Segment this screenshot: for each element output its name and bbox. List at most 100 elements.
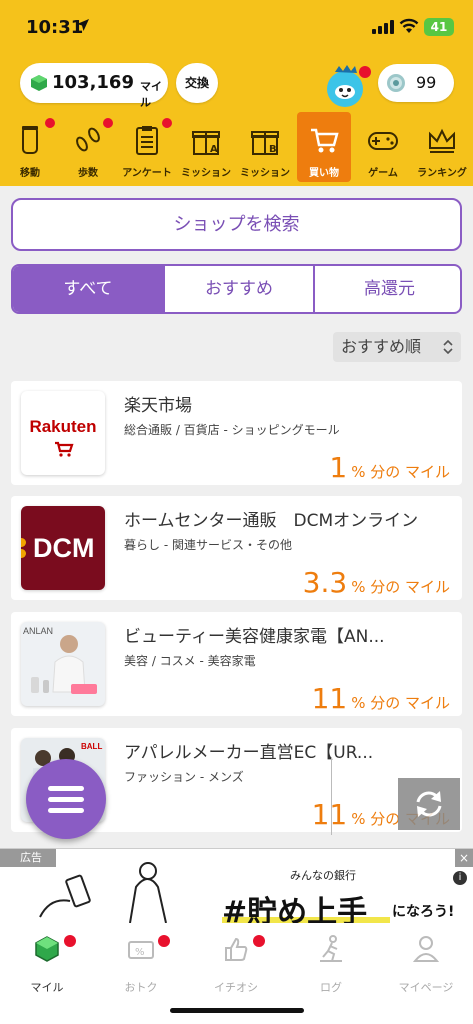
tab-label: イチオシ [214, 981, 258, 994]
cellular-signal-icon [372, 20, 394, 34]
shop-category: 暮らし - 関連サービス・その他 [124, 538, 292, 552]
category-label: 買い物 [309, 168, 339, 179]
category-shopping[interactable]: 買い物 [297, 112, 351, 182]
hamburger-icon-line [48, 808, 84, 813]
notification-dot [64, 935, 76, 947]
reward-unit: % 分の マイル [351, 694, 450, 712]
hamburger-icon-line [48, 797, 84, 802]
notification-dot [359, 66, 371, 78]
category-label: ランキング [417, 168, 467, 179]
shop-category: 美容 / コスメ - 美容家電 [124, 654, 256, 668]
shop-item-anlan[interactable]: ANLAN ビューティー美容健康家電【AN... 美容 / コスメ - 美容家電… [11, 612, 462, 716]
shop-name: 楽天市場 [124, 396, 192, 416]
tab-label: マイル [30, 981, 64, 994]
tab-mypage[interactable]: マイページ [379, 931, 473, 994]
category-mission-a[interactable]: A ミッション [179, 112, 233, 182]
tab-deals[interactable]: % おトク [94, 931, 188, 994]
miles-unit: マイル [140, 80, 162, 109]
exchange-button[interactable]: 交換 [176, 63, 218, 103]
tab-recommend[interactable]: イチオシ [189, 931, 283, 994]
category-survey[interactable]: アンケート [120, 112, 174, 182]
battery-indicator: 41 [424, 18, 454, 36]
mascot-button[interactable] [321, 62, 371, 108]
miles-value: 103,169 [52, 72, 134, 93]
reward-unit: % 分の マイル [351, 463, 450, 481]
jar-icon [22, 126, 38, 154]
tab-label: おトク [124, 981, 158, 994]
coin-balance[interactable]: 99 [378, 64, 454, 102]
tab-recommended[interactable]: おすすめ [163, 266, 313, 312]
crown-icon [429, 128, 455, 153]
app-header: 10:31 41 103,169 マイル 交換 99 移動 歩数 アンケート A… [0, 0, 473, 186]
gift-b-icon: B [251, 131, 279, 155]
beauty-product-photo [31, 635, 97, 694]
person-icon [413, 936, 439, 962]
coin-value: 99 [416, 73, 437, 92]
category-nav: 移動 歩数 アンケート A ミッション B ミッション 買い物 ゲーム ランキン… [0, 112, 473, 184]
shop-logo: Rakuten [21, 391, 105, 475]
ad-info-icon[interactable]: i [453, 871, 467, 885]
divider [331, 757, 332, 835]
percent-ticket-icon: % [128, 941, 154, 959]
shop-search-button[interactable]: ショップを検索 [11, 198, 462, 251]
sort-dropdown[interactable]: おすすめ順 [333, 332, 461, 362]
svg-text:%: % [135, 947, 145, 958]
status-time: 10:31 [26, 17, 84, 38]
refresh-icon [416, 791, 442, 817]
category-label: ミッション [181, 168, 231, 179]
reward-rate: 11% 分の マイル [312, 682, 450, 715]
tab-miles[interactable]: マイル [0, 931, 94, 994]
ad-headline: #貯め上手 [222, 895, 368, 923]
refresh-button[interactable] [398, 778, 460, 830]
shop-category: ファッション - メンズ [124, 770, 244, 784]
svg-text:A: A [210, 144, 218, 155]
tab-all[interactable]: すべて [13, 266, 163, 312]
tab-log[interactable]: ログ [284, 931, 378, 994]
clipboard-icon [136, 126, 158, 155]
reward-value: 3.3 [302, 566, 348, 599]
category-move[interactable]: 移動 [3, 112, 57, 182]
category-label: アンケート [122, 168, 172, 179]
rakuten-logo-text: Rakuten [29, 417, 97, 436]
cart-icon [55, 441, 74, 457]
shop-category: 総合通販 / 百貨店 - ショッピングモール [124, 423, 340, 437]
category-label: ミッション [240, 168, 290, 179]
notification-dot [162, 118, 172, 128]
shop-logo: DCM [21, 506, 105, 590]
category-label: 歩数 [78, 168, 98, 179]
notification-dot [45, 118, 55, 128]
shop-item-rakuten[interactable]: Rakuten 楽天市場 総合通販 / 百貨店 - ショッピングモール 1% 分… [11, 381, 462, 485]
ad-close-button[interactable]: × [455, 849, 473, 867]
tab-high-return[interactable]: 高還元 [313, 266, 460, 312]
miles-balance[interactable]: 103,169 マイル [20, 63, 168, 109]
sort-label: おすすめ順 [341, 337, 422, 356]
shop-item-dcm[interactable]: DCM ホームセンター通販 DCMオンライン 暮らし - 関連サービス・その他 … [11, 496, 462, 600]
shop-name: ホームセンター通販 DCMオンライン [124, 511, 419, 531]
ad-label: 広告 [0, 849, 56, 867]
shop-name: ビューティー美容健康家電【AN... [124, 627, 385, 647]
gem-icon [35, 936, 59, 962]
sort-caret-icon [443, 340, 453, 354]
gamepad-icon [368, 132, 398, 150]
category-label: 移動 [20, 168, 40, 179]
category-mission-b[interactable]: B ミッション [238, 112, 292, 182]
reward-value: 11 [311, 798, 348, 831]
menu-fab-button[interactable] [26, 759, 106, 839]
category-ranking[interactable]: ランキング [415, 112, 469, 182]
ball-logo-text: BALL [81, 742, 103, 751]
notification-dot [253, 935, 265, 947]
reward-rate: 1% 分の マイル [329, 451, 450, 484]
ad-bank-name: みんなの銀行 [290, 869, 356, 882]
category-game[interactable]: ゲーム [356, 112, 410, 182]
gift-a-icon: A [192, 131, 220, 155]
ad-headline-suffix: になろう! [392, 904, 455, 920]
runner-icon [320, 935, 342, 962]
dcm-logo-text: DCM [33, 533, 95, 563]
footprints-icon [76, 127, 100, 152]
reward-value: 11 [311, 682, 348, 715]
notification-dot [103, 118, 113, 128]
location-arrow-icon [77, 19, 89, 31]
ad-banner[interactable]: 広告 × i みんなの銀行 #貯め上手 になろう! [0, 848, 473, 923]
category-steps[interactable]: 歩数 [61, 112, 115, 182]
notification-dot [158, 935, 170, 947]
